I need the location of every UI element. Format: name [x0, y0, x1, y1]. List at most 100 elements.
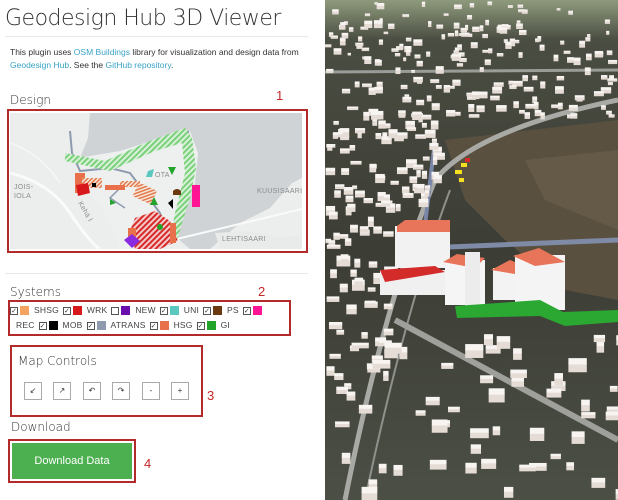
geodesign-hub-link[interactable]: Geodesign Hub — [10, 60, 69, 70]
building — [470, 448, 482, 454]
building-roof — [426, 51, 431, 54]
tilt-down-button[interactable]: ↙ — [24, 382, 42, 400]
building — [346, 395, 356, 401]
building-roof — [388, 129, 398, 134]
building-roof — [606, 110, 612, 113]
system-checkbox-new[interactable] — [111, 306, 120, 315]
building-roof — [328, 321, 343, 326]
building — [539, 47, 545, 51]
download-heading: Download — [11, 420, 71, 434]
divider — [5, 273, 308, 274]
building-roof — [457, 44, 462, 48]
building-roof — [503, 486, 514, 492]
building-roof — [336, 386, 349, 390]
building-roof — [404, 94, 410, 96]
building-roof — [412, 183, 418, 187]
rotate-right-button[interactable]: ↷ — [112, 382, 130, 400]
system-checkbox-shsg[interactable]: ✓ — [10, 306, 18, 315]
building — [609, 388, 618, 392]
building-roof — [431, 138, 437, 141]
building — [325, 170, 336, 176]
building-roof — [443, 13, 449, 15]
building-roof — [600, 87, 612, 90]
building — [573, 60, 581, 66]
system-checkbox-wrk[interactable]: ✓ — [62, 306, 71, 315]
building-roof — [507, 5, 513, 7]
system-checkbox-ps[interactable]: ✓ — [203, 306, 212, 315]
building-roof — [381, 200, 391, 204]
building — [607, 79, 618, 82]
systems-legend: ✓ SHSG ✓ WRK NEW ✓ UNI ✓ PS ✓ REC ✓ MOB ✓ ATRA… — [10, 303, 308, 333]
building-roof — [550, 453, 561, 457]
building — [513, 103, 519, 109]
building — [356, 46, 363, 49]
building-roof — [499, 27, 508, 31]
building-roof — [586, 34, 591, 36]
building-roof — [468, 104, 475, 108]
building-roof — [347, 52, 352, 55]
building-roof — [333, 232, 340, 236]
building — [411, 71, 415, 74]
building — [591, 481, 606, 488]
system-checkbox-rec[interactable]: ✓ — [242, 306, 251, 315]
3d-map-viewer[interactable] — [325, 0, 618, 500]
system-checkbox-uni[interactable]: ✓ — [159, 306, 168, 315]
building — [488, 393, 505, 403]
building-roof — [607, 78, 618, 80]
building — [415, 136, 427, 139]
building — [570, 115, 578, 119]
building-roof — [525, 103, 536, 107]
zoom-in-button[interactable]: + — [171, 382, 189, 400]
rotate-left-button[interactable]: ↶ — [83, 382, 101, 400]
building-roof — [383, 303, 393, 307]
building-roof — [584, 67, 591, 71]
building — [341, 35, 349, 39]
system-label: SHSG — [34, 305, 59, 315]
building — [456, 64, 464, 67]
zoom-out-button[interactable]: - — [142, 382, 160, 400]
system-checkbox-atrans[interactable]: ✓ — [86, 321, 95, 330]
building — [413, 79, 423, 83]
download-data-button[interactable]: Download Data — [12, 443, 132, 479]
building — [340, 24, 346, 29]
3d-scene[interactable] — [325, 0, 618, 500]
system-checkbox-mob[interactable]: ✓ — [38, 321, 47, 330]
building-roof — [405, 120, 415, 125]
building-roof — [469, 3, 475, 6]
building-roof — [361, 47, 370, 50]
system-swatch-shsg — [20, 306, 29, 315]
building — [604, 21, 611, 24]
building-roof — [378, 463, 387, 469]
building-roof — [465, 24, 469, 28]
building-roof — [376, 81, 383, 85]
building — [605, 415, 618, 421]
building — [363, 200, 373, 204]
tilt-up-button[interactable]: ↗ — [53, 382, 71, 400]
map-label-jois: JOIS- — [14, 184, 34, 191]
building — [350, 272, 357, 277]
building-roof — [347, 106, 359, 109]
building-roof — [518, 9, 525, 11]
system-swatch-new — [121, 306, 131, 315]
building — [391, 49, 399, 52]
building — [347, 107, 359, 111]
osm-buildings-link[interactable]: OSM Buildings — [74, 47, 130, 57]
building — [517, 5, 524, 8]
building-roof — [483, 334, 493, 340]
system-checkbox-hsg[interactable]: ✓ — [149, 321, 158, 330]
building-roof — [351, 342, 369, 346]
system-checkbox-gi[interactable]: ✓ — [196, 321, 205, 330]
design-map[interactable]: JOIS- IOLA KUUSISAARI LEHTISAARI OTA Keh… — [10, 113, 302, 249]
building-roof — [513, 348, 522, 354]
building-roof — [435, 85, 442, 87]
system-label: HSG — [173, 320, 193, 330]
building — [383, 374, 389, 381]
building — [373, 229, 382, 234]
building-roof — [422, 156, 430, 159]
building — [375, 177, 385, 184]
building — [376, 83, 383, 88]
building-roof — [373, 272, 381, 278]
building — [343, 190, 354, 195]
github-repository-link[interactable]: GitHub repository — [105, 60, 171, 70]
building — [413, 41, 423, 46]
